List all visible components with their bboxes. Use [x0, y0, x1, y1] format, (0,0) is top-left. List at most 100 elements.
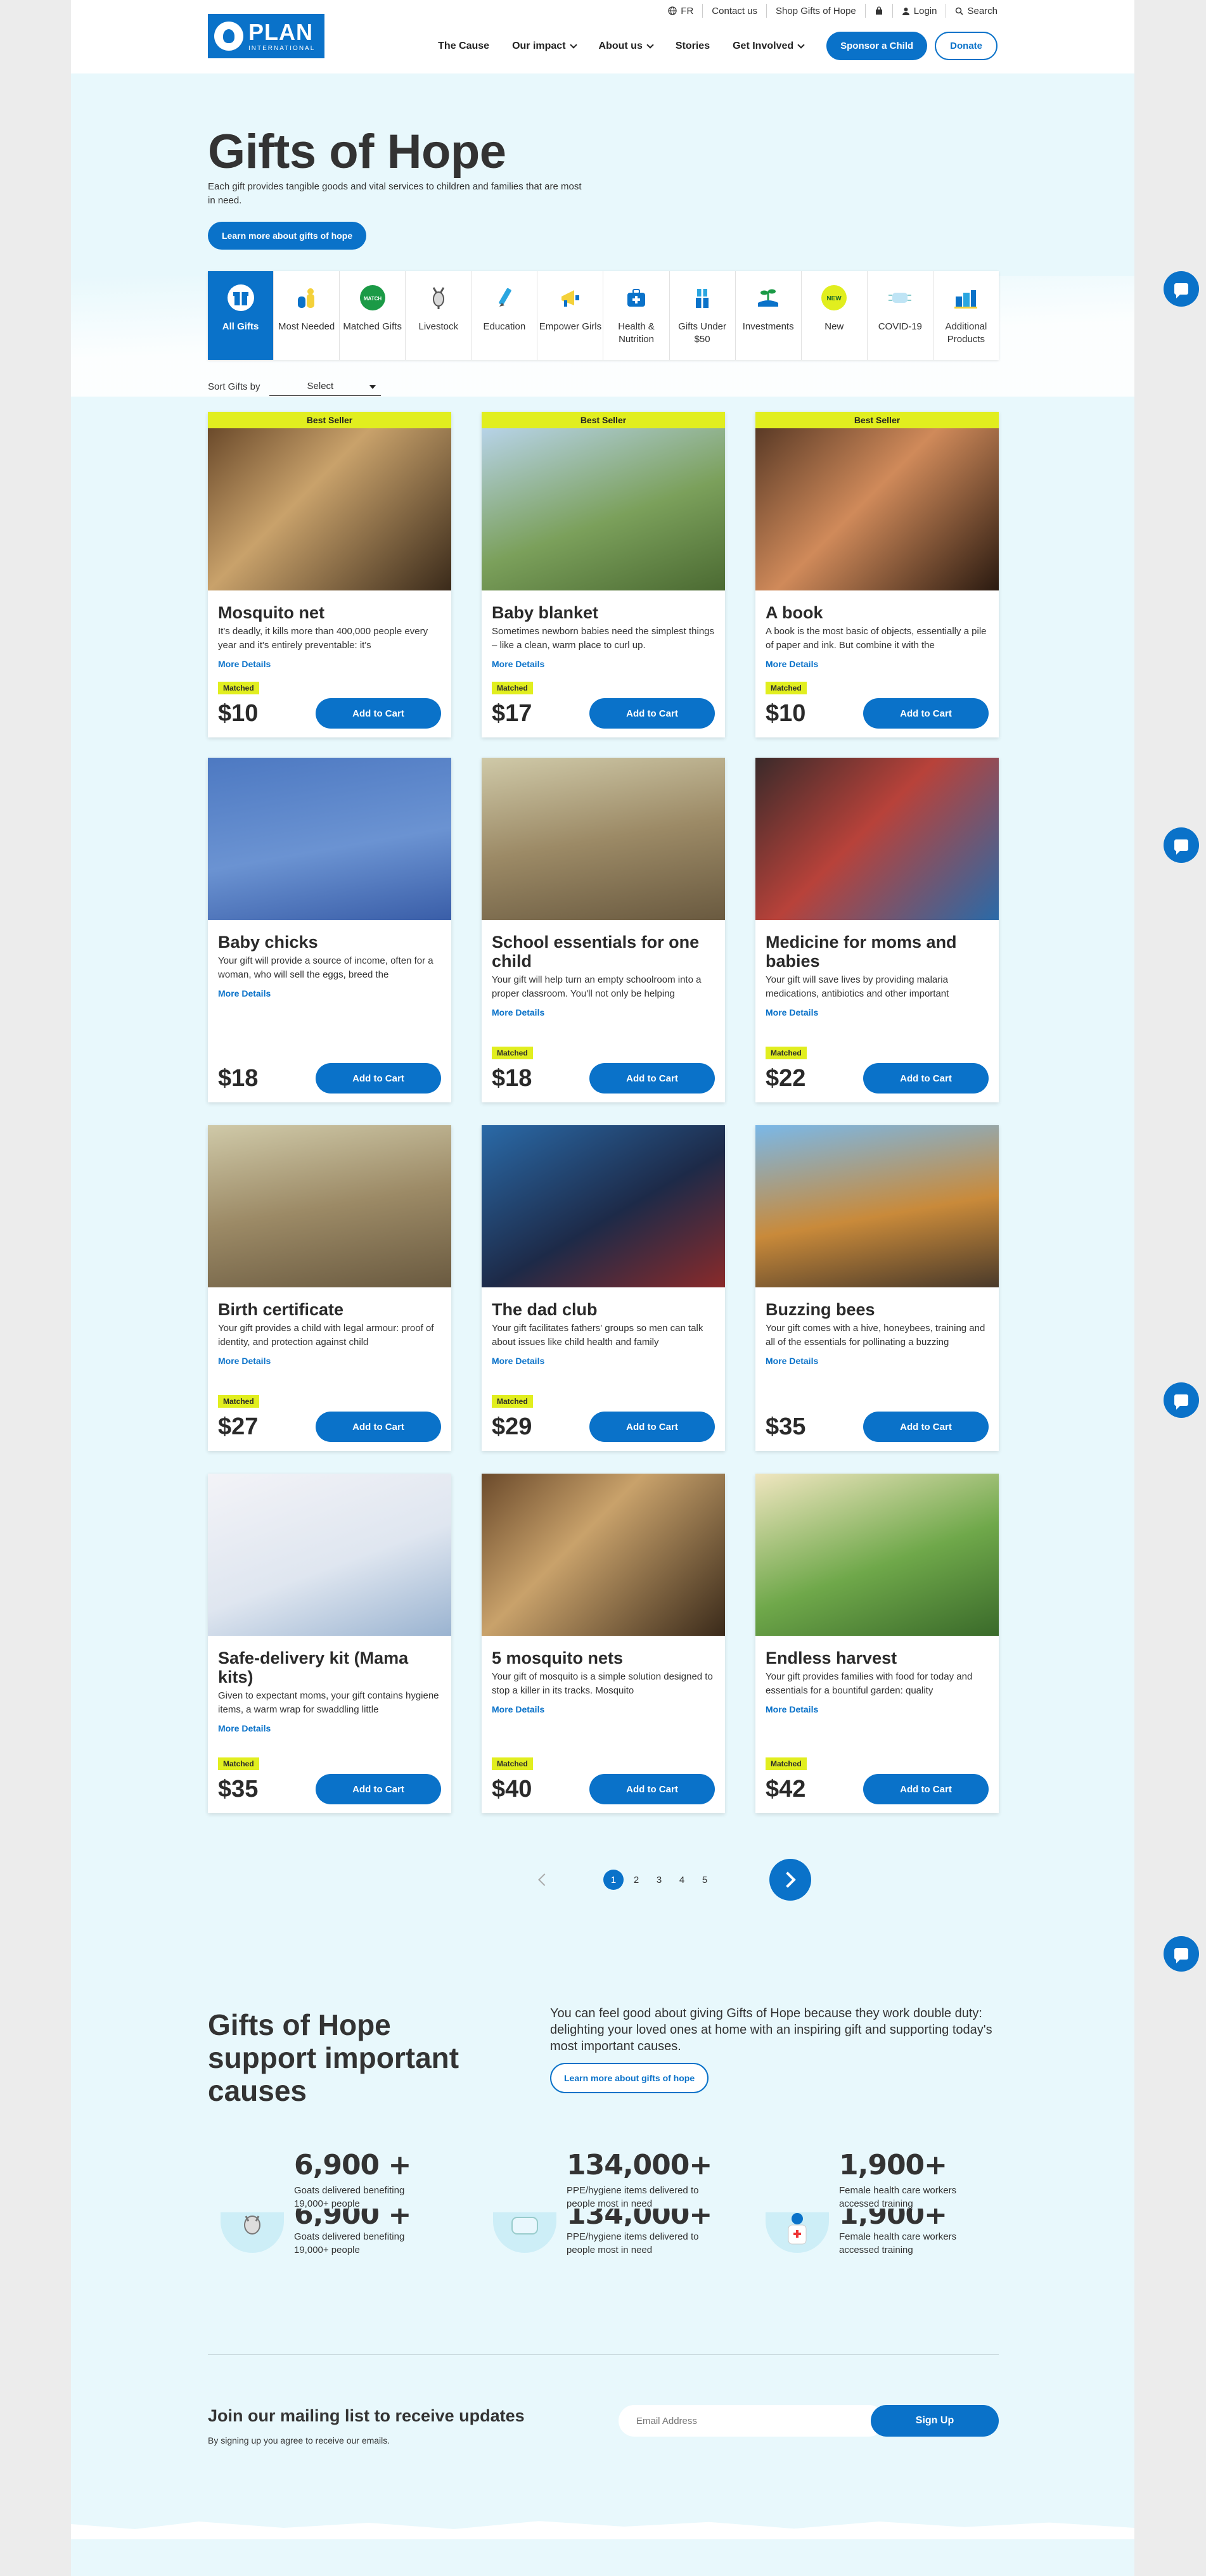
card-footer: $35 Add to Cart: [766, 1412, 989, 1442]
category-label: Health & Nutrition: [618, 321, 655, 345]
svg-text:NEW: NEW: [827, 295, 842, 302]
product-image[interactable]: [208, 1474, 451, 1636]
sponsor-child-button[interactable]: Sponsor a Child: [826, 32, 928, 60]
more-details-link[interactable]: More Details: [482, 1352, 725, 1366]
add-to-cart-button[interactable]: Add to Cart: [863, 698, 989, 729]
more-details-link[interactable]: More Details: [208, 985, 451, 998]
chevron-left-icon[interactable]: [538, 1873, 551, 1886]
login-link[interactable]: Login: [893, 4, 947, 18]
product-image[interactable]: [755, 758, 999, 920]
add-to-cart-button[interactable]: Add to Cart: [589, 1063, 715, 1094]
chat-button[interactable]: [1164, 827, 1199, 863]
category-additional-products[interactable]: Additional Products: [933, 271, 999, 360]
page-1[interactable]: 1: [603, 1870, 624, 1890]
add-to-cart-button[interactable]: Add to Cart: [589, 1774, 715, 1804]
more-details-link[interactable]: More Details: [755, 1004, 999, 1017]
more-details-link[interactable]: More Details: [208, 655, 451, 669]
category-all-gifts[interactable]: All Gifts: [208, 271, 274, 360]
search-link[interactable]: Search: [946, 4, 998, 18]
category-matched-gifts[interactable]: MATCH Matched Gifts: [340, 271, 406, 360]
language-switch[interactable]: FR: [659, 4, 703, 18]
category-education[interactable]: Education: [471, 271, 538, 360]
causes-learn-more-button[interactable]: Learn more about gifts of hope: [550, 2063, 709, 2093]
add-to-cart-button[interactable]: Add to Cart: [863, 1774, 989, 1804]
product-image[interactable]: [482, 758, 725, 920]
shop-label: Shop Gifts of Hope: [776, 5, 856, 16]
product-title[interactable]: The dad club: [482, 1287, 725, 1319]
more-details-link[interactable]: More Details: [755, 1700, 999, 1714]
cart-button[interactable]: [866, 4, 893, 18]
product-title[interactable]: 5 mosquito nets: [482, 1636, 725, 1667]
more-details-link[interactable]: More Details: [482, 1004, 725, 1017]
product-image[interactable]: [208, 1125, 451, 1287]
add-to-cart-button[interactable]: Add to Cart: [316, 698, 441, 729]
more-details-link[interactable]: More Details: [482, 655, 725, 669]
chat-button[interactable]: [1164, 1936, 1199, 1972]
chat-button[interactable]: [1164, 271, 1199, 307]
product-image[interactable]: [208, 758, 451, 920]
product-title[interactable]: Baby chicks: [208, 920, 451, 952]
add-to-cart-button[interactable]: Add to Cart: [863, 1063, 989, 1094]
product-title[interactable]: Birth certificate: [208, 1287, 451, 1319]
product-title[interactable]: Buzzing bees: [755, 1287, 999, 1319]
stat-label: Goats delivered benefiting 19,000+ peopl…: [294, 2185, 405, 2209]
nav-our-impact[interactable]: Our impact: [512, 41, 577, 52]
product-title[interactable]: Mosquito net: [208, 590, 451, 622]
add-to-cart-button[interactable]: Add to Cart: [316, 1412, 441, 1442]
category-new[interactable]: NEW New: [802, 271, 868, 360]
product-title[interactable]: Baby blanket: [482, 590, 725, 622]
product-title[interactable]: Medicine for moms and babies: [755, 920, 999, 971]
category-livestock[interactable]: Livestock: [406, 271, 472, 360]
add-to-cart-button[interactable]: Add to Cart: [316, 1063, 441, 1094]
product-title[interactable]: Safe-delivery kit (Mama kits): [208, 1636, 451, 1687]
more-details-link[interactable]: More Details: [208, 1719, 451, 1733]
page-3[interactable]: 3: [649, 1870, 669, 1890]
product-title[interactable]: A book: [755, 590, 999, 622]
contact-link[interactable]: Contact us: [703, 4, 767, 18]
category-investments[interactable]: Investments: [736, 271, 802, 360]
product-image[interactable]: [755, 1125, 999, 1287]
category-empower-girls[interactable]: Empower Girls: [537, 271, 604, 360]
product-title[interactable]: School essentials for one child: [482, 920, 725, 971]
logo-sub-text: INTERNATIONAL: [248, 44, 316, 52]
add-to-cart-button[interactable]: Add to Cart: [316, 1774, 441, 1804]
page-5[interactable]: 5: [695, 1870, 715, 1890]
more-details-link[interactable]: More Details: [755, 655, 999, 669]
add-to-cart-button[interactable]: Add to Cart: [863, 1412, 989, 1442]
nav-the-cause[interactable]: The Cause: [438, 41, 489, 52]
next-page-button[interactable]: [769, 1859, 811, 1901]
add-to-cart-button[interactable]: Add to Cart: [589, 1412, 715, 1442]
product-image[interactable]: [482, 428, 725, 590]
category-most-needed[interactable]: Most Needed: [274, 271, 340, 360]
category-gifts-under-50[interactable]: Gifts Under $50: [670, 271, 736, 360]
chat-icon: [1174, 1948, 1188, 1963]
more-details-link[interactable]: More Details: [755, 1352, 999, 1366]
product-image[interactable]: [755, 1474, 999, 1636]
product-image[interactable]: [208, 428, 451, 590]
page-2[interactable]: 2: [626, 1870, 646, 1890]
plan-logo[interactable]: PLAN INTERNATIONAL: [208, 14, 324, 58]
email-field[interactable]: [619, 2405, 885, 2437]
product-image[interactable]: [755, 428, 999, 590]
product-image[interactable]: [482, 1125, 725, 1287]
sort-select[interactable]: Select: [269, 377, 381, 396]
goat-icon: [432, 287, 445, 309]
category-covid-19[interactable]: COVID-19: [868, 271, 933, 360]
donate-button[interactable]: Donate: [935, 32, 998, 60]
learn-more-button[interactable]: Learn more about gifts of hope: [208, 222, 367, 250]
stat-health-workers: 1,900+ Female health care workers access…: [753, 2149, 994, 2255]
nav-get-involved[interactable]: Get Involved: [733, 41, 805, 52]
category-health-nutrition[interactable]: Health & Nutrition: [603, 271, 670, 360]
page-4[interactable]: 4: [672, 1870, 692, 1890]
product-image[interactable]: [482, 1474, 725, 1636]
mailing-note: By signing up you agree to receive our e…: [208, 2435, 390, 2445]
more-details-link[interactable]: More Details: [208, 1352, 451, 1366]
nav-about-us[interactable]: About us: [599, 41, 654, 52]
product-title[interactable]: Endless harvest: [755, 1636, 999, 1667]
more-details-link[interactable]: More Details: [482, 1700, 725, 1714]
sign-up-button[interactable]: Sign Up: [871, 2405, 999, 2437]
nav-stories[interactable]: Stories: [676, 41, 710, 52]
chat-button[interactable]: [1164, 1382, 1199, 1418]
shop-link[interactable]: Shop Gifts of Hope: [767, 4, 866, 18]
add-to-cart-button[interactable]: Add to Cart: [589, 698, 715, 729]
